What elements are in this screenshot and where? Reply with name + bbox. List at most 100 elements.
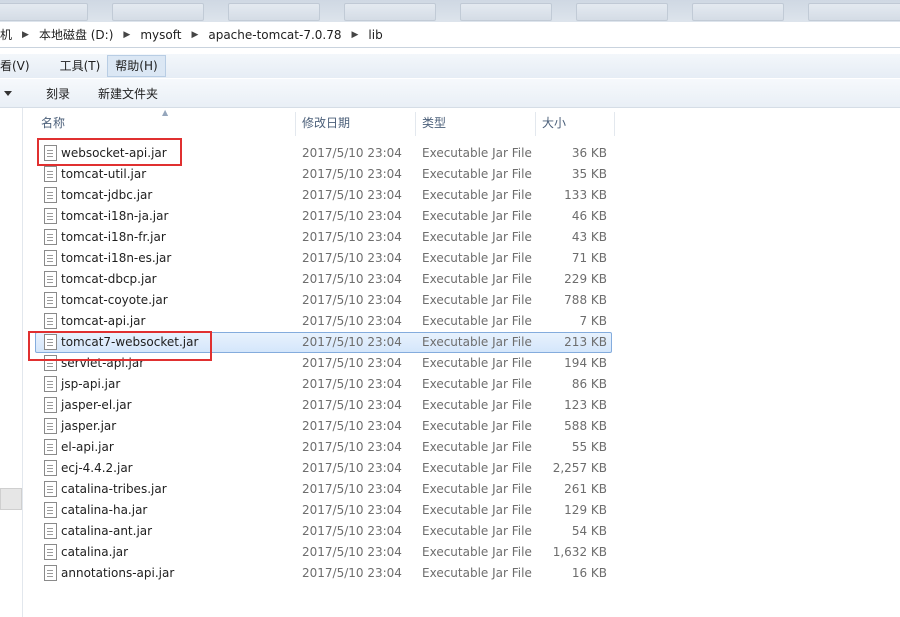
file-name: jasper-el.jar [61,398,132,412]
dropdown-arrow-icon[interactable] [4,90,12,96]
file-type: Executable Jar File [422,209,532,223]
file-row[interactable]: jsp-api.jar 2017/5/10 23:04 Executable Jar… [35,374,615,395]
column-header-date[interactable]: 修改日期 [296,110,415,136]
file-name: tomcat-jdbc.jar [61,188,153,202]
highlight-box-tomcat7-websocket [28,331,212,361]
file-size: 16 KB [571,566,607,580]
jar-file-icon [44,313,57,329]
file-date: 2017/5/10 23:04 [302,524,402,538]
file-type: Executable Jar File [422,335,532,349]
file-name: catalina-tribes.jar [61,482,167,496]
column-headers: 名称 修改日期 类型 大小 [35,110,615,136]
column-header-type[interactable]: 类型 [416,110,535,136]
jar-file-icon [44,208,57,224]
file-row[interactable]: catalina.jar 2017/5/10 23:04 Executable Ja… [35,542,615,563]
file-name: tomcat-dbcp.jar [61,272,157,286]
file-date: 2017/5/10 23:04 [302,335,402,349]
menu-help[interactable]: 帮助(H) [107,55,166,77]
file-date: 2017/5/10 23:04 [302,377,402,391]
menu-tools[interactable]: 工具(T) [53,55,108,77]
blurred-tab[interactable] [228,3,320,21]
address-bar[interactable]: 机 ▶ 本地磁盘 (D:) ▶ mysoft ▶ apache-tomcat-7… [0,22,900,48]
navigation-pane[interactable] [0,108,23,617]
jar-file-icon [44,523,57,539]
file-row[interactable]: catalina-ant.jar 2017/5/10 23:04 Executabl… [35,521,615,542]
file-row[interactable]: jasper.jar 2017/5/10 23:04 Executable Jar … [35,416,615,437]
column-divider[interactable] [614,112,615,136]
file-type: Executable Jar File [422,293,532,307]
new-folder-button[interactable]: 新建文件夹 [84,85,172,102]
chevron-right-icon[interactable]: ▶ [346,30,365,40]
file-row[interactable]: tomcat-i18n-ja.jar 2017/5/10 23:04 Executa… [35,206,615,227]
nav-selected-item[interactable] [0,488,22,510]
file-size: 35 KB [571,167,607,181]
blurred-tab[interactable] [112,3,204,21]
file-row[interactable]: tomcat-i18n-es.jar 2017/5/10 23:04 Executa… [35,248,615,269]
jar-file-icon [44,439,57,455]
blurred-tab[interactable] [576,3,668,21]
jar-file-icon [44,376,57,392]
file-date: 2017/5/10 23:04 [302,272,402,286]
column-header-size[interactable]: 大小 [536,110,612,136]
chevron-right-icon[interactable]: ▶ [117,30,136,40]
file-name: catalina-ha.jar [61,503,148,517]
file-date: 2017/5/10 23:04 [302,566,402,580]
menu-view[interactable]: 看(V) [0,55,37,77]
jar-file-icon [44,502,57,518]
chevron-right-icon[interactable]: ▶ [185,30,204,40]
file-date: 2017/5/10 23:04 [302,188,402,202]
file-name: catalina.jar [61,545,129,559]
column-header-name[interactable]: 名称 [35,110,301,136]
jar-file-icon [44,460,57,476]
highlight-box-websocket-api [37,138,182,166]
menu-bar: 看(V) 工具(T) 帮助(H) [0,54,900,78]
burn-button[interactable]: 刻录 [32,85,84,102]
chevron-right-icon[interactable]: ▶ [16,30,35,40]
file-size: 133 KB [564,188,607,202]
breadcrumb-computer[interactable]: 机 [0,26,16,43]
jar-file-icon [44,250,57,266]
jar-file-icon [44,229,57,245]
breadcrumb-tomcat[interactable]: apache-tomcat-7.0.78 [204,28,345,42]
file-size: 36 KB [571,146,607,160]
file-row[interactable]: tomcat-jdbc.jar 2017/5/10 23:04 Executable… [35,185,615,206]
file-row[interactable]: tomcat-util.jar 2017/5/10 23:04 Executable… [35,164,615,185]
file-size: 213 KB [564,335,607,349]
breadcrumb-mysoft[interactable]: mysoft [136,28,185,42]
file-name: jsp-api.jar [61,377,121,391]
file-type: Executable Jar File [422,314,532,328]
file-type: Executable Jar File [422,482,532,496]
file-row[interactable]: catalina-ha.jar 2017/5/10 23:04 Executable… [35,500,615,521]
file-date: 2017/5/10 23:04 [302,314,402,328]
file-size: 46 KB [571,209,607,223]
file-row[interactable]: annotations-api.jar 2017/5/10 23:04 Execut… [35,563,615,584]
file-list: websocket-api.jar 2017/5/10 23:04 Executab… [35,143,615,584]
file-date: 2017/5/10 23:04 [302,167,402,181]
file-row[interactable]: ecj-4.4.2.jar 2017/5/10 23:04 Executable J… [35,458,615,479]
file-row[interactable]: tomcat-i18n-fr.jar 2017/5/10 23:04 Executa… [35,227,615,248]
file-name: tomcat-i18n-ja.jar [61,209,169,223]
file-date: 2017/5/10 23:04 [302,461,402,475]
blurred-tab[interactable] [692,3,784,21]
blurred-tab[interactable] [808,3,900,21]
file-type: Executable Jar File [422,461,532,475]
file-date: 2017/5/10 23:04 [302,356,402,370]
file-size: 43 KB [571,230,607,244]
file-row[interactable]: catalina-tribes.jar 2017/5/10 23:04 Execut… [35,479,615,500]
file-row[interactable]: jasper-el.jar 2017/5/10 23:04 Executable J… [35,395,615,416]
file-row[interactable]: tomcat-dbcp.jar 2017/5/10 23:04 Executable… [35,269,615,290]
breadcrumb-lib[interactable]: lib [364,28,386,42]
file-type: Executable Jar File [422,167,532,181]
file-size: 86 KB [571,377,607,391]
blurred-tab[interactable] [460,3,552,21]
file-date: 2017/5/10 23:04 [302,482,402,496]
blurred-tab[interactable] [344,3,436,21]
blurred-tab[interactable] [0,3,88,21]
file-row[interactable]: el-api.jar 2017/5/10 23:04 Executable Jar … [35,437,615,458]
file-size: 129 KB [564,503,607,517]
file-row[interactable]: tomcat-coyote.jar 2017/5/10 23:04 Executab… [35,290,615,311]
file-row[interactable]: tomcat-api.jar 2017/5/10 23:04 Executable … [35,311,615,332]
file-name: tomcat-coyote.jar [61,293,168,307]
breadcrumb-drive[interactable]: 本地磁盘 (D:) [35,26,117,43]
file-type: Executable Jar File [422,419,532,433]
